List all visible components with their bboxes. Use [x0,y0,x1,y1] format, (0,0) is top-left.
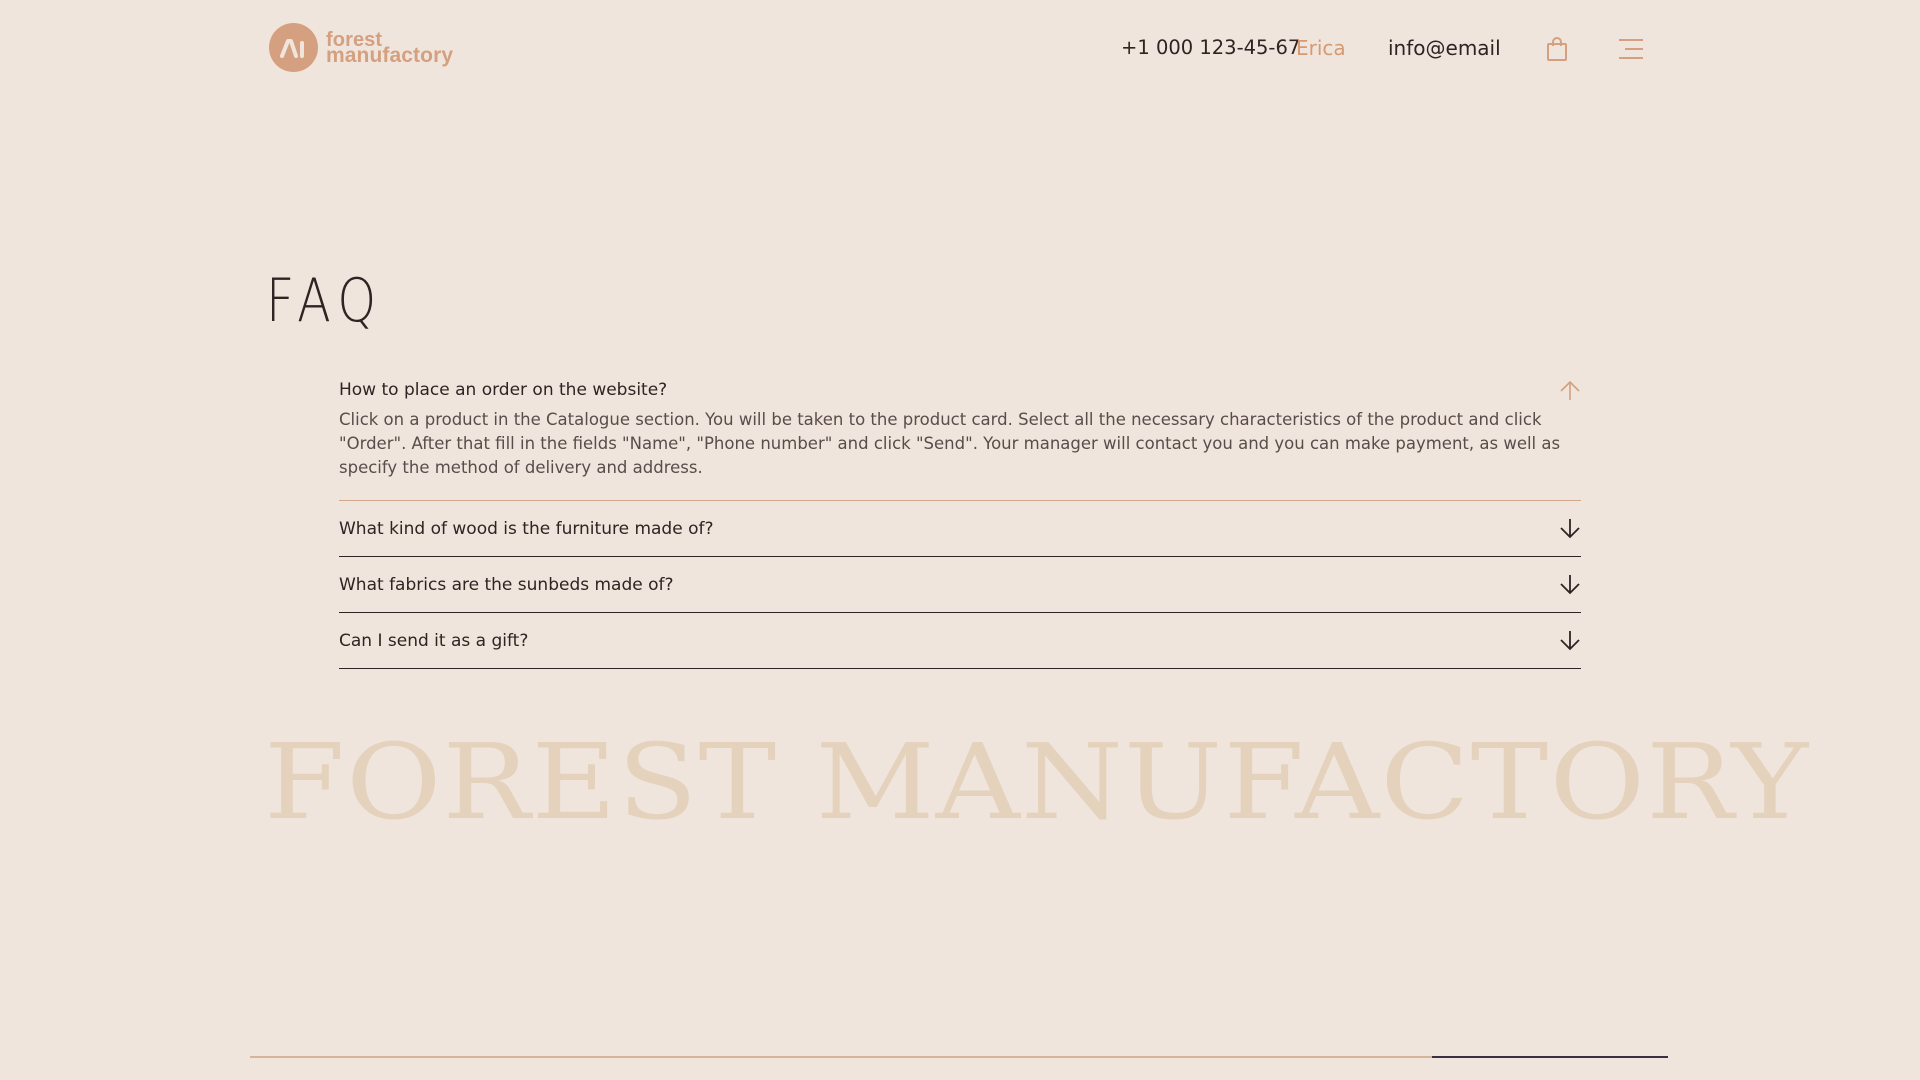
faq-item: How to place an order on the website? Cl… [339,366,1581,501]
logo-mark-icon [269,23,318,72]
faq-item: What kind of wood is the furniture made … [339,501,1581,557]
faq-question-text: What kind of wood is the furniture made … [339,518,714,539]
faq-question[interactable]: What kind of wood is the furniture made … [339,501,1581,556]
scroll-progress-indicator [1432,1056,1668,1058]
logo-wordmark: forest manufactory [326,30,454,67]
arrow-down-icon[interactable] [1559,518,1581,540]
arrow-down-icon[interactable] [1559,574,1581,596]
faq-question-text: How to place an order on the website? [339,380,668,400]
logo[interactable]: forest manufactory [269,23,453,72]
arrow-up-icon[interactable] [1559,379,1581,401]
faq-question[interactable]: Can I send it as a gift? [339,613,1581,668]
arrow-down-icon[interactable] [1559,630,1581,652]
messenger-link[interactable]: Erica [1296,35,1346,61]
page-title: FAQ [266,266,384,336]
logo-line-2: manufactory [326,43,454,67]
faq-question[interactable]: What fabrics are the sunbeds made of? [339,557,1581,612]
shopping-bag-icon[interactable] [1545,36,1569,62]
faq-question-text: Can I send it as a gift? [339,630,529,651]
faq-question[interactable]: How to place an order on the website? [339,366,1581,414]
faq-question-text: What fabrics are the sunbeds made of? [339,574,674,595]
faq-list: How to place an order on the website? Cl… [339,366,1581,669]
phone-link[interactable]: +1 000 123-45-67 [1121,35,1300,61]
faq-item: Can I send it as a gift? [339,613,1581,669]
site-header: forest manufactory +1 000 123-45-67 Eric… [0,0,1920,96]
brand-watermark: FOREST MANUFACTORY [264,721,1810,843]
hamburger-menu-icon[interactable] [1617,38,1645,60]
faq-item: What fabrics are the sunbeds made of? [339,557,1581,613]
email-link[interactable]: info@email [1388,35,1501,61]
faq-answer: Click on a product in the Catalogue sect… [339,410,1561,477]
